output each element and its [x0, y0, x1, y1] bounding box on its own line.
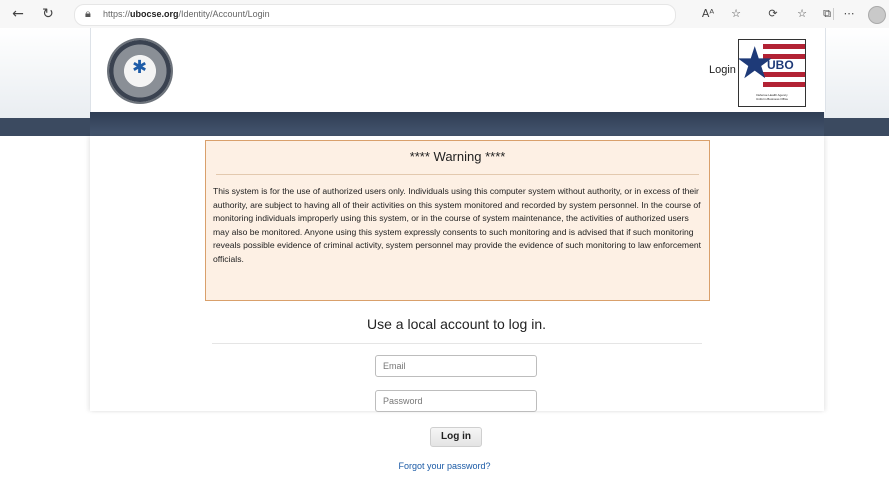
warning-title: **** Warning **** [409, 149, 506, 164]
profile-avatar[interactable] [868, 6, 886, 24]
back-arrow-icon[interactable]: ← [8, 4, 28, 24]
navigation-bar [90, 112, 824, 136]
warning-divider [216, 174, 699, 175]
seal-emblem-icon: ✱ [132, 57, 148, 78]
lock-icon[interactable]: 🔒︎ [85, 7, 91, 21]
login-form-title: Use a local account to log in. [367, 316, 546, 332]
header-login-link[interactable]: Login [709, 64, 736, 76]
address-bar[interactable]: 🔒︎ https://ubocse.org/Identity/Account/L… [74, 4, 676, 26]
ubo-logo-caption: Defense Health Agency Uniform Business O… [755, 93, 789, 101]
page-background-left [0, 28, 90, 118]
email-field[interactable] [375, 355, 537, 377]
extensions-icon[interactable]: ⟳ [764, 5, 782, 23]
browser-menu-icon[interactable]: ⋯ [840, 5, 858, 23]
site-header: ✱ Login ★ UBO Defense Health Agency Unif… [90, 28, 826, 112]
form-divider [212, 343, 702, 344]
favorite-star-icon[interactable]: ☆ [727, 5, 745, 23]
warning-banner: **** Warning **** This system is for the… [205, 140, 710, 301]
nav-band-right [824, 118, 889, 136]
refresh-icon[interactable]: ↻ [38, 4, 58, 24]
favorites-list-icon[interactable]: ☆ [793, 5, 811, 23]
nav-band-left [0, 118, 90, 136]
log-in-button[interactable]: Log in [430, 427, 482, 447]
page-background-right [824, 28, 889, 118]
browser-toolbar: ← ↻ 🔒︎ https://ubocse.org/Identity/Accou… [0, 0, 889, 29]
ubo-logo: ★ UBO Defense Health Agency Uniform Busi… [738, 39, 806, 107]
warning-text: This system is for the use of authorized… [213, 186, 702, 264]
read-aloud-icon[interactable]: Aᴬ [699, 5, 717, 23]
military-health-seal-logo: ✱ [109, 40, 171, 102]
forgot-password-link[interactable]: Forgot your password? [0, 461, 889, 471]
toolbar-divider [833, 8, 834, 20]
ubo-logo-text: UBO [767, 58, 794, 72]
forgot-password-label[interactable]: Forgot your password? [398, 461, 490, 471]
password-field[interactable] [375, 390, 537, 412]
url-text: https://ubocse.org/Identity/Account/Logi… [103, 9, 270, 19]
